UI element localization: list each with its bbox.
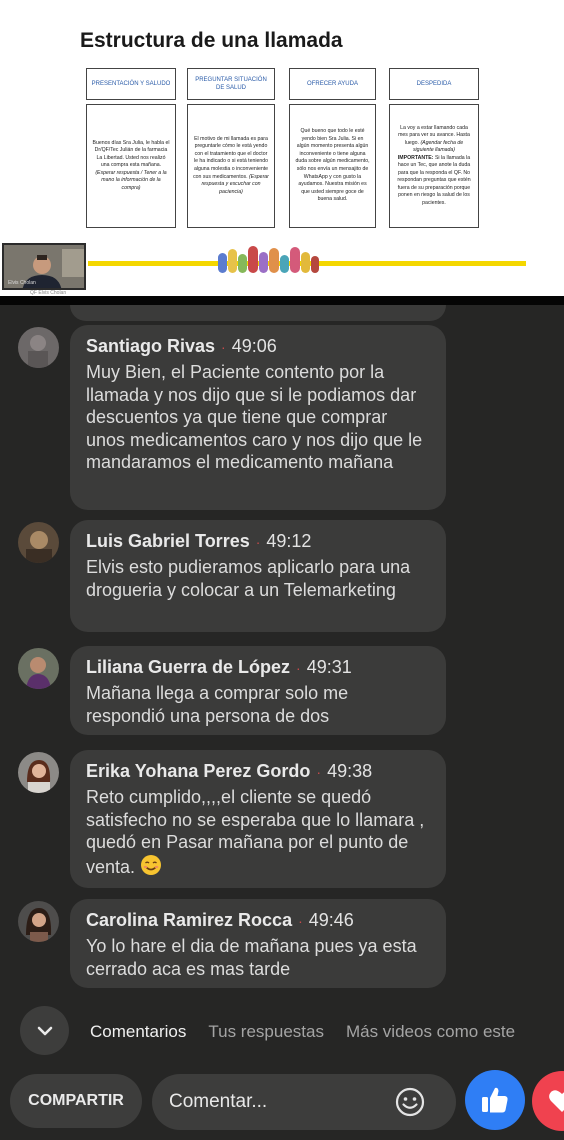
presenter-name-label: Elvis Cholan bbox=[8, 280, 36, 286]
pills-illustration bbox=[218, 246, 319, 273]
comment-text: Yo lo hare el dia de mañana pues ya esta… bbox=[86, 936, 417, 979]
comment-author[interactable]: Liliana Guerra de López bbox=[86, 656, 290, 678]
comment-author[interactable]: Luis Gabriel Torres bbox=[86, 530, 250, 552]
column-text: Buenos días Sra Julia, le habla el Dr/QF… bbox=[92, 139, 170, 169]
column-body-presentation: Buenos días Sra Julia, le habla el Dr/QF… bbox=[86, 104, 176, 228]
avatar[interactable] bbox=[18, 327, 59, 368]
comment-bubble: Luis Gabriel Torres · 49:12 Elvis esto p… bbox=[70, 520, 446, 632]
chevron-down-icon bbox=[37, 1026, 52, 1035]
separator-dot: · bbox=[221, 339, 226, 355]
column-text: Qué bueno que todo le esté yendo bien Sr… bbox=[295, 128, 370, 203]
avatar[interactable] bbox=[18, 901, 59, 942]
avatar[interactable] bbox=[18, 752, 59, 793]
video-player[interactable]: Estructura de una llamada PRESENTACIÓN Y… bbox=[0, 0, 564, 296]
smiling-face-emoji bbox=[141, 854, 162, 875]
comments-list[interactable]: Santiago Rivas · 49:06 Muy Bien, el Paci… bbox=[0, 305, 564, 1005]
collapse-comments-button[interactable] bbox=[20, 1006, 69, 1055]
tab-comentarios[interactable]: Comentarios bbox=[90, 1022, 186, 1042]
column-heading-presentation: PRESENTACIÓN Y SALUDO bbox=[86, 68, 176, 100]
column-body-farewell: La voy a estar llamando cada mes para ve… bbox=[389, 104, 479, 228]
comment-timestamp[interactable]: 49:46 bbox=[309, 909, 354, 931]
column-heading-help: OFRECER AYUDA bbox=[289, 68, 376, 100]
tab-tus-respuestas[interactable]: Tus respuestas bbox=[208, 1022, 324, 1042]
like-button[interactable] bbox=[465, 1070, 525, 1130]
slide-title: Estructura de una llamada bbox=[80, 29, 343, 52]
column-heading-farewell: DESPEDIDA bbox=[389, 68, 479, 100]
comment-timestamp[interactable]: 49:06 bbox=[232, 335, 277, 357]
comment-text: Elvis esto pudieramos aplicarlo para una… bbox=[86, 557, 411, 600]
column-note: (Agendar fecha de siguiente llamada) bbox=[412, 139, 464, 154]
comment-bubble: Liliana Guerra de López · 49:31 Mañana l… bbox=[70, 646, 446, 735]
comment-author[interactable]: Santiago Rivas bbox=[86, 335, 215, 357]
love-icon bbox=[549, 1090, 564, 1112]
comment-text-content: Reto cumplido,,,,el cliente se quedó sat… bbox=[86, 787, 425, 877]
love-button[interactable] bbox=[532, 1071, 564, 1131]
separator-dot: · bbox=[255, 534, 261, 550]
comment-text: Muy Bien, el Paciente contento por la ll… bbox=[86, 362, 423, 472]
video-bottom-bar bbox=[0, 296, 564, 305]
comment-text: Mañana llega a comprar solo me respondió… bbox=[86, 683, 349, 726]
comment-bubble: Erika Yohana Perez Gordo · 49:38 Reto cu… bbox=[70, 750, 446, 888]
like-icon bbox=[482, 1087, 508, 1113]
avatar[interactable] bbox=[18, 648, 59, 689]
separator-dot: · bbox=[296, 660, 301, 676]
previous-comment-bubble bbox=[70, 305, 446, 321]
comment-tabs: Comentarios Tus respuestas Más videos co… bbox=[90, 1022, 537, 1042]
tab-mas-videos[interactable]: Más videos como este bbox=[346, 1022, 515, 1042]
comment-author[interactable]: Erika Yohana Perez Gordo bbox=[86, 760, 310, 782]
presenter-video-thumbnail[interactable]: Elvis Cholan bbox=[2, 243, 86, 290]
column-heading-health: PREGUNTAR SITUACIÓN DE SALUD bbox=[187, 68, 275, 100]
comment-text: Reto cumplido,,,,el cliente se quedó sat… bbox=[86, 786, 430, 878]
share-button[interactable]: COMPARTIR bbox=[10, 1074, 142, 1128]
comment-bubble: Santiago Rivas · 49:06 Muy Bien, el Paci… bbox=[70, 325, 446, 510]
avatar[interactable] bbox=[18, 522, 59, 563]
emoji-icon[interactable] bbox=[393, 1085, 427, 1119]
column-body-health: El motivo de mi llamada es para pregunta… bbox=[187, 104, 275, 228]
important-label: IMPORTANTE: bbox=[397, 154, 434, 161]
comment-author[interactable]: Carolina Ramirez Rocca bbox=[86, 909, 292, 931]
comment-timestamp[interactable]: 49:38 bbox=[327, 760, 372, 782]
separator-dot: · bbox=[298, 913, 303, 929]
comment-timestamp[interactable]: 49:31 bbox=[307, 656, 352, 678]
comment-bubble: Carolina Ramirez Rocca · 49:46 Yo lo har… bbox=[70, 899, 446, 988]
column-body-help: Qué bueno que todo le esté yendo bien Sr… bbox=[289, 104, 376, 228]
column-note: (Esperar respuesta / Tener a la mano la … bbox=[95, 169, 167, 191]
important-text: Si la llamada la hace un Tec, que anote … bbox=[397, 154, 471, 206]
separator-dot: · bbox=[316, 764, 322, 780]
comment-timestamp[interactable]: 49:12 bbox=[266, 530, 311, 552]
